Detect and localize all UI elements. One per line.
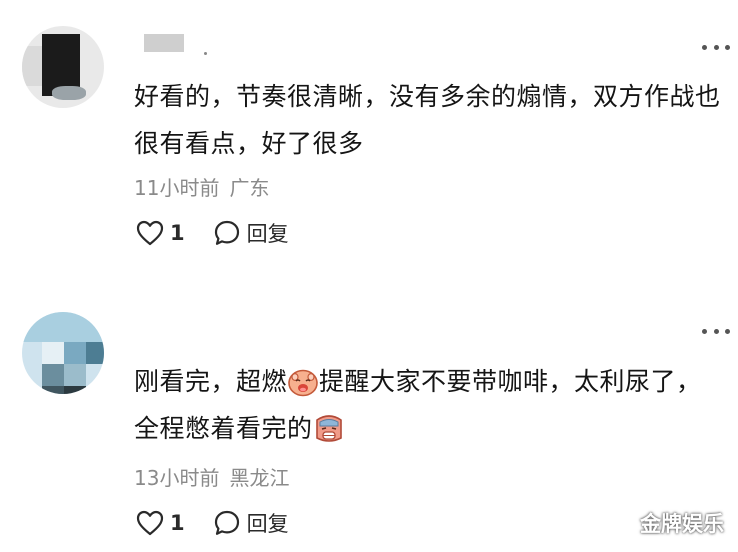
like-button[interactable]: 1: [136, 510, 185, 536]
reply-label: 回复: [246, 222, 289, 246]
avatar-pixel: [64, 342, 86, 364]
comment-text: 好看的，节奏很清晰，没有多余的煽情，双方作战也很有看点，好了很多: [134, 82, 721, 158]
avatar-pixel: [86, 342, 104, 364]
avatar-pixel: [22, 46, 42, 86]
comment-location: 广东: [229, 176, 270, 200]
laughing-face-emoji: [288, 369, 318, 397]
avatar-pixel: [52, 86, 86, 100]
comment-text: 刚看完，超燃 提醒大家不要带咖啡，太利尿了，全程憋着看完的: [134, 358, 714, 452]
comment-time: 13小时前: [134, 466, 220, 490]
avatar[interactable]: [22, 26, 104, 108]
heart-icon: [136, 510, 164, 536]
comment-actions: 1 回复: [136, 218, 289, 248]
comment-location: 黑龙江: [229, 466, 290, 490]
crying-face-emoji: [315, 415, 342, 442]
reply-label: 回复: [246, 512, 289, 536]
comment-item: 好看的，节奏很清晰，没有多余的煽情，双方作战也很有看点，好了很多 11小时前 广东…: [0, 0, 738, 270]
reply-button[interactable]: 回复: [213, 218, 289, 248]
username-blurred[interactable]: [144, 34, 184, 52]
comment-actions: 1 回复: [136, 508, 289, 538]
comment-meta: 11小时前 广东: [134, 172, 269, 201]
avatar-pixel: [42, 386, 64, 394]
comment-text-part: 刚看完，超燃: [134, 367, 288, 396]
watermark: 金牌娱乐: [640, 512, 724, 536]
like-button[interactable]: 1: [136, 220, 185, 246]
comment-time: 11小时前: [134, 176, 220, 200]
avatar-pixel: [22, 312, 104, 342]
separator-dot: [204, 52, 207, 55]
comment-bubble-icon: [214, 220, 239, 245]
avatar-pixel: [64, 386, 86, 394]
comment-bubble-icon: [214, 510, 239, 535]
comment-item: 刚看完，超燃 提醒大家不要带咖啡，太利尿了，全程憋着看完的 13小时前 黑龙江 1: [0, 290, 738, 552]
heart-icon: [136, 220, 164, 246]
more-options-icon[interactable]: [702, 42, 730, 52]
avatar-pixel: [42, 342, 64, 364]
like-count: 1: [170, 511, 185, 535]
avatar-pixel: [42, 364, 64, 386]
comment-meta: 13小时前 黑龙江: [134, 462, 289, 491]
avatar[interactable]: [22, 312, 104, 394]
avatar-pixel: [64, 364, 86, 386]
like-count: 1: [170, 221, 185, 245]
more-options-icon[interactable]: [702, 326, 730, 336]
reply-button[interactable]: 回复: [213, 508, 289, 538]
